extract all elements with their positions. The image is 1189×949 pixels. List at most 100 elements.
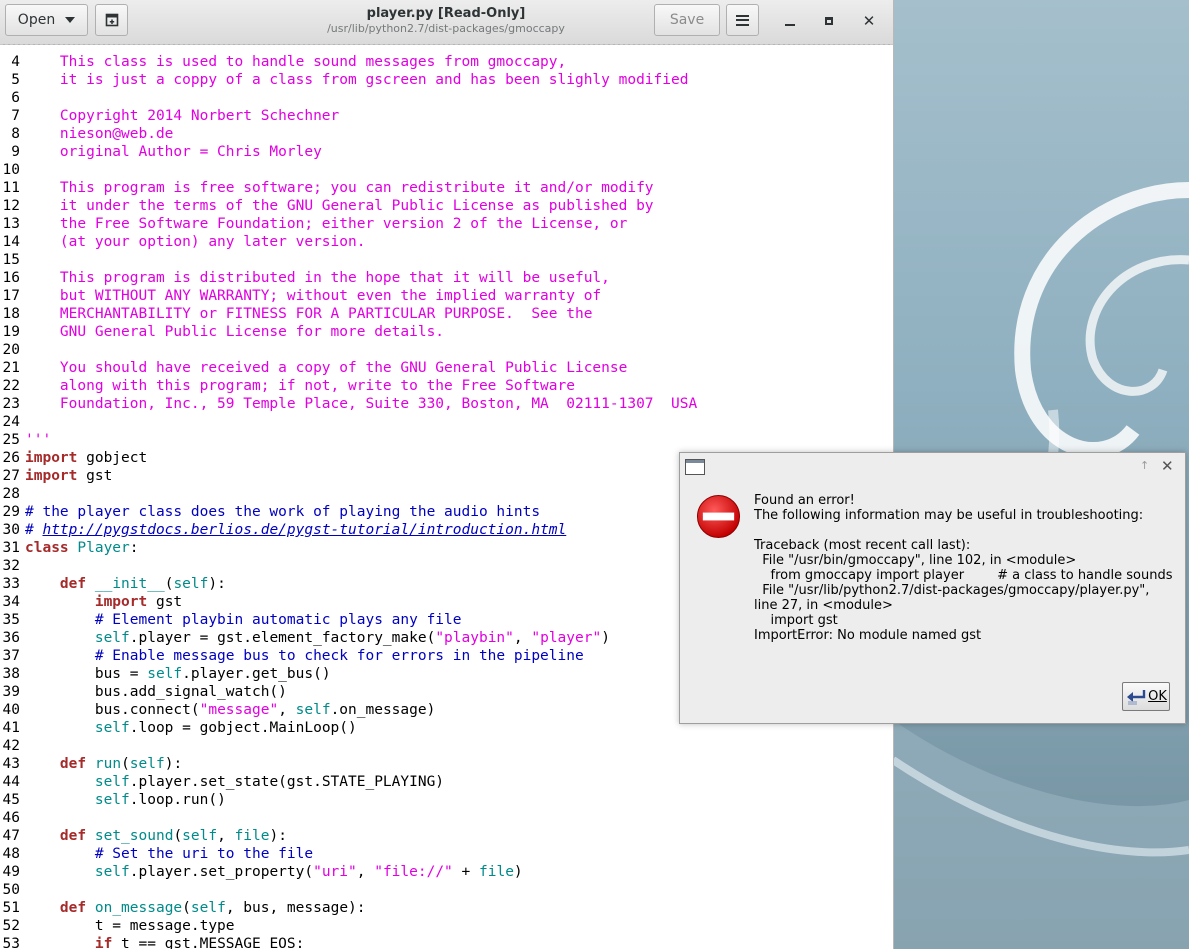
line-text: import gst <box>25 467 112 485</box>
line-text: def __init__(self): <box>25 575 226 593</box>
code-token: import <box>25 450 78 466</box>
line-number: 12 <box>2 198 20 214</box>
line-text: # Set the uri to the file <box>25 845 313 863</box>
new-document-icon <box>105 13 118 27</box>
code-token: on_message <box>94 900 183 916</box>
error-message-line: Found an error! <box>754 493 855 508</box>
code-token: "message" <box>199 702 279 718</box>
code-token: .loop = gobject.MainLoop() <box>129 720 357 736</box>
line-text: def run(self): <box>25 755 182 773</box>
line-number: 26 <box>2 450 20 466</box>
line-number: 42 <box>2 738 20 754</box>
ok-button-label: OK <box>1148 689 1167 704</box>
code-token: def <box>59 828 87 844</box>
code-token: , <box>278 702 296 718</box>
line-number: 34 <box>2 594 20 610</box>
line-number: 27 <box>2 468 20 484</box>
minimize-button[interactable] <box>779 10 801 32</box>
line-number: 25 <box>2 432 20 448</box>
code-token: self <box>94 864 130 880</box>
code-token: file <box>234 828 270 844</box>
window-subtitle: /usr/lib/python2.7/dist-packages/gmoccap… <box>327 22 565 35</box>
line-text: (at your option) any later version. <box>25 233 366 251</box>
code-token: if <box>94 936 113 949</box>
code-token: , <box>513 630 532 646</box>
line-text: def on_message(self, bus, message): <box>25 899 366 917</box>
new-tab-button[interactable] <box>95 4 128 36</box>
open-button-label: Open <box>17 12 56 28</box>
code-token: ): <box>269 828 287 844</box>
code-token: Player <box>77 540 130 556</box>
code-token: .player = gst.element_factory_make( <box>129 630 436 646</box>
line-text: self.player = gst.element_factory_make("… <box>25 629 610 647</box>
line-number: 49 <box>2 864 20 880</box>
error-stop-icon <box>696 494 741 539</box>
code-link[interactable]: http://pygstdocs.berlios.de/pygst-tutori… <box>42 522 566 538</box>
line-number: 31 <box>2 540 20 556</box>
code-token: nieson@web.de <box>25 126 174 142</box>
line-number: 9 <box>11 144 20 160</box>
code-token: Foundation, Inc., 59 Temple Place, Suite… <box>25 396 698 412</box>
code-token: "playbin" <box>435 630 514 646</box>
code-token: "uri" <box>313 864 357 880</box>
code-token: file <box>479 864 514 880</box>
code-token: class <box>25 540 69 556</box>
error-message-line: File "/usr/bin/gmoccapy", line 102, in <… <box>754 553 1077 568</box>
code-token: (at your option) any later version. <box>25 234 366 250</box>
line-number: 5 <box>11 72 20 88</box>
close-icon: ✕ <box>862 12 876 30</box>
code-token: This program is distributed in the hope … <box>25 270 610 286</box>
line-number: 18 <box>2 306 20 322</box>
error-message-line <box>754 523 1182 538</box>
dialog-close-button[interactable]: ✕ <box>1161 457 1174 475</box>
hamburger-menu-button[interactable] <box>726 4 759 36</box>
code-token: __init__ <box>94 576 165 592</box>
line-number: 8 <box>11 126 20 142</box>
code-token: bus = <box>25 666 148 682</box>
error-dialog: ↑ ✕ Found an error! The following informa… <box>679 452 1186 724</box>
line-text: self.loop.run() <box>25 791 226 809</box>
line-number: 22 <box>2 378 20 394</box>
line-number: 23 <box>2 396 20 412</box>
code-token: bus.connect( <box>25 702 200 718</box>
error-message-line: File "/usr/lib/python2.7/dist-packages/g… <box>754 583 1150 598</box>
close-button[interactable]: ✕ <box>858 10 880 32</box>
line-number: 10 <box>2 162 20 178</box>
line-text: This class is used to handle sound messa… <box>25 53 566 71</box>
ok-button[interactable]: OK <box>1122 682 1170 711</box>
line-text: You should have received a copy of the G… <box>25 359 627 377</box>
code-token: self <box>190 900 226 916</box>
line-number: 38 <box>2 666 20 682</box>
line-text: # http://pygstdocs.berlios.de/pygst-tuto… <box>25 521 566 539</box>
code-token: .loop.run() <box>129 792 226 808</box>
header-bar: Open player.py [Read-Only] /usr/lib/pyth… <box>0 0 893 45</box>
line-number: 29 <box>2 504 20 520</box>
code-token: This class is used to handle sound messa… <box>25 54 567 70</box>
line-number: 43 <box>2 756 20 772</box>
line-number: 39 <box>2 684 20 700</box>
line-text: bus = self.player.get_bus() <box>25 665 331 683</box>
open-button[interactable]: Open <box>5 4 88 36</box>
code-token: MERCHANTABILITY or FITNESS FOR A PARTICU… <box>25 306 593 322</box>
save-button[interactable]: Save <box>654 4 720 36</box>
enter-return-icon <box>1127 689 1146 705</box>
dialog-raise-button[interactable]: ↑ <box>1140 459 1149 472</box>
line-number: 15 <box>2 252 20 268</box>
line-text: def set_sound(self, file): <box>25 827 287 845</box>
code-token: t = message.type <box>25 918 235 934</box>
line-number: 24 <box>2 414 20 430</box>
line-text: Copyright 2014 Norbert Schechner <box>25 107 339 125</box>
window-title: player.py [Read-Only] <box>366 6 526 21</box>
line-text: # the player class does the work of play… <box>25 503 540 521</box>
line-text: import gobject <box>25 449 147 467</box>
line-number: 33 <box>2 576 20 592</box>
code-token: , <box>217 828 235 844</box>
maximize-button[interactable] <box>818 10 840 32</box>
line-number: 6 <box>11 90 20 106</box>
